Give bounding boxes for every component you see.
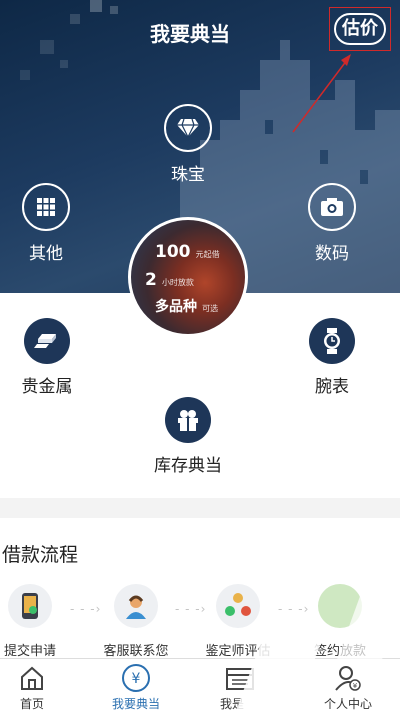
yen-circle-icon: ¥: [86, 663, 186, 693]
annotation-arrow: [292, 54, 351, 133]
category-label: 珠宝: [171, 165, 205, 185]
promo-badge[interactable]: 100 元起借 2 小时放款 多品种 可选: [128, 217, 248, 337]
tab-label: 首页: [19, 697, 44, 711]
promo-variety-unit: 可选: [202, 304, 219, 313]
tab-label: 个人中心: [323, 697, 372, 711]
grid-icon: [22, 183, 70, 231]
loan-flow-title: 借款流程: [2, 544, 79, 566]
tab-label: 我要典当: [111, 697, 160, 711]
tab-profile[interactable]: ¥ 个人中心: [298, 663, 398, 712]
loan-step-label: 提交申请: [3, 644, 56, 659]
loan-step: 提交申请: [0, 584, 80, 659]
category-watch[interactable]: 腕表: [287, 318, 377, 397]
page-title: 我要典当: [150, 22, 230, 46]
category-inventory[interactable]: 库存典当: [143, 397, 233, 476]
tab-home[interactable]: 首页: [0, 663, 82, 712]
user-icon: ¥: [298, 663, 398, 693]
svg-text:¥: ¥: [353, 682, 358, 690]
category-other[interactable]: 其他: [1, 183, 91, 264]
estimate-button-label: 估价: [334, 13, 386, 45]
promo-amount: 100: [155, 242, 191, 262]
loan-step-label: 客服联系您: [103, 644, 169, 659]
box-icon: [165, 397, 211, 443]
appraisal-icon: [216, 584, 260, 628]
watch-icon: [309, 318, 355, 364]
tab-pawn[interactable]: ¥ 我要典当: [86, 663, 186, 712]
promo-amount-unit: 元起借: [195, 250, 220, 259]
category-label: 贵金属: [21, 377, 73, 397]
category-jewelry[interactable]: 珠宝: [143, 104, 233, 185]
customer-service-icon: [114, 584, 158, 628]
promo-hours: 2: [145, 270, 157, 290]
category-precious-metal[interactable]: 贵金属: [2, 318, 92, 397]
svg-text:¥: ¥: [132, 671, 141, 687]
camera-icon: [308, 183, 356, 231]
phone-icon: [8, 584, 52, 628]
category-label: 腕表: [315, 377, 349, 397]
loan-step: 客服联系您: [86, 584, 186, 659]
diamond-icon: [164, 104, 212, 152]
category-digital[interactable]: 数码: [287, 183, 377, 264]
loan-flow-section: 借款流程 提交申请 - - -› 客服联系您 - - -› 鉴定师评估 - - …: [0, 518, 400, 659]
category-label: 其他: [29, 244, 63, 264]
category-label: 库存典当: [154, 456, 222, 476]
promo-hours-unit: 小时放款: [161, 278, 194, 287]
promo-variety: 多品种: [155, 299, 197, 315]
estimate-button[interactable]: 估价: [329, 7, 391, 51]
gold-bar-icon: [24, 318, 70, 364]
home-icon: [0, 663, 82, 693]
category-label: 数码: [315, 244, 349, 264]
bottom-tab-bar: 首页 ¥ 我要典当 我是 ¥ 个人中心: [0, 658, 400, 715]
